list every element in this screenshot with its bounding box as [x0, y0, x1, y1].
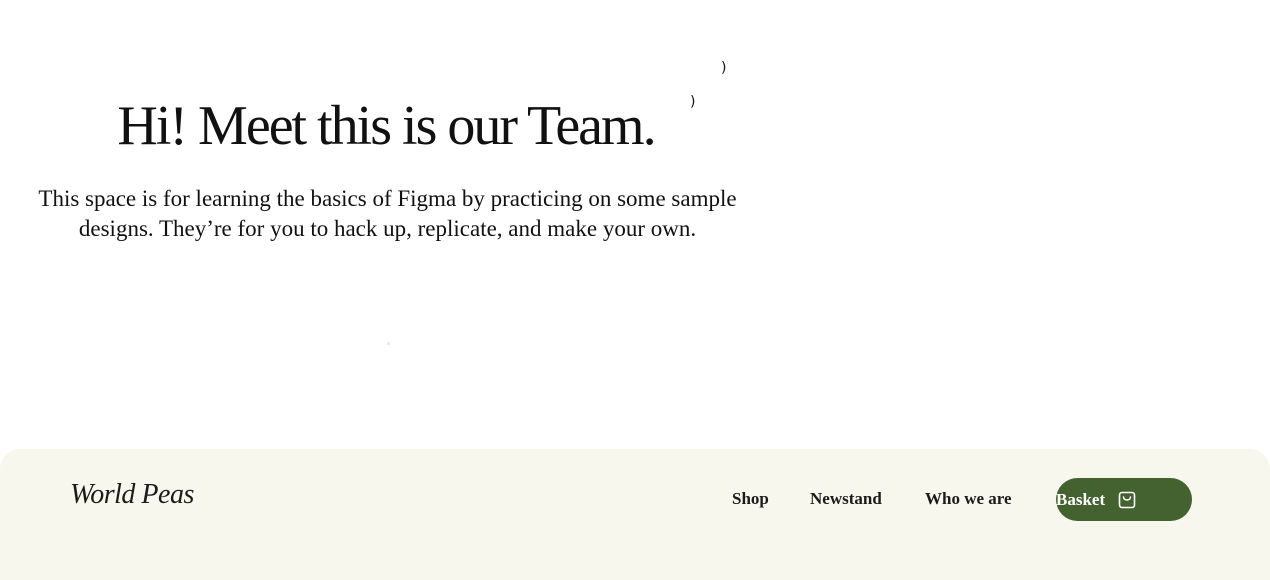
decorative-dot	[387, 342, 390, 345]
stray-mark: )	[690, 94, 696, 110]
nav-link-shop[interactable]: Shop	[732, 489, 769, 509]
nav-link-who-we-are[interactable]: Who we are	[925, 489, 1012, 509]
page-title-text: Hi! Meet this is our Team.	[117, 95, 656, 157]
basket-button-label: Basket	[1056, 489, 1106, 509]
footer-nav-bar: World Peas Shop Newstand Who we are Bask…	[0, 449, 1270, 580]
hero-subtitle: This space is for learning the basics of…	[0, 184, 775, 244]
basket-button[interactable]: Basket	[1056, 478, 1192, 521]
nav-link-newstand[interactable]: Newstand	[810, 489, 882, 509]
stray-mark: )	[721, 60, 727, 76]
page-title: Hi! Meet this is our Team.	[0, 92, 775, 160]
shopping-bag-icon	[1117, 490, 1137, 510]
hero-subtitle-line-1: This space is for learning the basics of…	[38, 186, 737, 211]
hero-subtitle-line-2: designs. They’re for you to hack up, rep…	[78, 216, 697, 241]
page: Hi! Meet this is our Team. This space is…	[0, 0, 1270, 580]
brand-logo[interactable]: World Peas	[70, 479, 194, 511]
